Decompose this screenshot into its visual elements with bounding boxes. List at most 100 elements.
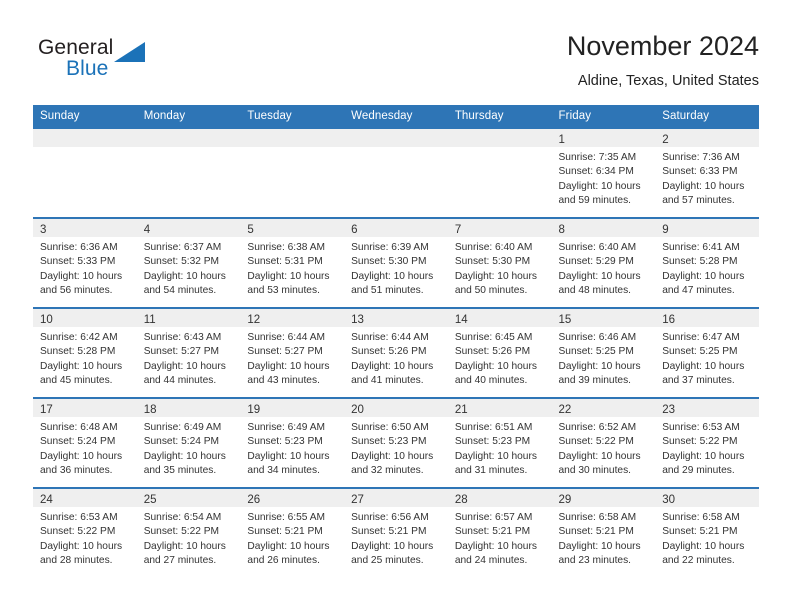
sunrise-text: Sunrise: 6:44 AM	[351, 332, 429, 343]
day-cell-inner: 5 Sunrise: 6:38 AM Sunset: 5:31 PM Daylight…	[240, 219, 345, 307]
sunset-text: Sunset: 6:34 PM	[558, 166, 634, 178]
calendar-day-cell[interactable]: 12 Sunrise: 6:44 AM Sunset: 5:27 PM Dayligh…	[240, 307, 345, 398]
day-number-band: 1	[551, 129, 656, 147]
calendar-day-cell[interactable]: 24 Sunrise: 6:53 AM Sunset: 5:22 PM Dayligh…	[33, 487, 137, 577]
calendar-day-cell[interactable]: 19 Sunrise: 6:49 AM Sunset: 5:23 PM Dayligh…	[240, 397, 345, 488]
day-cell-inner: 22 Sunrise: 6:52 AM Sunset: 5:22 PM Dayligh…	[551, 399, 656, 487]
daylight-text: Daylight: 10 hours and 57 minutes.	[662, 180, 745, 207]
daylight-text: Daylight: 10 hours and 26 minutes.	[247, 540, 330, 567]
calendar-day-cell[interactable]: 8 Sunrise: 6:40 AM Sunset: 5:29 PM Daylight…	[551, 217, 656, 308]
calendar-day-cell[interactable]: 21 Sunrise: 6:51 AM Sunset: 5:23 PM Dayligh…	[447, 397, 552, 488]
day-cell-inner	[344, 129, 448, 217]
daylight-text: Daylight: 10 hours and 47 minutes.	[662, 270, 745, 297]
daylight-text: Daylight: 10 hours and 40 minutes.	[454, 360, 537, 387]
day-details: Sunrise: 6:49 AM Sunset: 5:24 PM Daylight:…	[137, 417, 241, 479]
day-details: Sunrise: 6:42 AM Sunset: 5:28 PM Daylight:…	[33, 327, 137, 389]
day-cell-inner: 13 Sunrise: 6:44 AM Sunset: 5:26 PM Dayligh…	[344, 309, 448, 397]
sunset-text: Sunset: 5:24 PM	[143, 436, 220, 448]
day-cell-inner: 4 Sunrise: 6:37 AM Sunset: 5:32 PM Daylight…	[136, 219, 241, 307]
calendar-day-cell-empty	[344, 127, 448, 218]
calendar-day-cell[interactable]: 29 Sunrise: 6:58 AM Sunset: 5:21 PM Dayligh…	[551, 487, 656, 577]
day-number: 18	[143, 404, 157, 416]
daylight-text: Daylight: 10 hours and 30 minutes.	[558, 450, 641, 477]
sunrise-text: Sunrise: 6:49 AM	[143, 422, 222, 433]
calendar-day-cell[interactable]: 22 Sunrise: 6:52 AM Sunset: 5:22 PM Dayligh…	[551, 397, 656, 488]
weekday-header-sunday: Sunday	[33, 105, 137, 128]
sunset-text: Sunset: 5:23 PM	[247, 436, 323, 448]
day-cell-inner: 23 Sunrise: 6:53 AM Sunset: 5:22 PM Dayligh…	[655, 399, 759, 487]
calendar-day-cell[interactable]: 10 Sunrise: 6:42 AM Sunset: 5:28 PM Dayligh…	[33, 307, 137, 398]
sunrise-text: Sunrise: 6:53 AM	[40, 512, 118, 523]
day-number: 29	[558, 494, 572, 506]
calendar-day-cell[interactable]: 3 Sunrise: 6:36 AM Sunset: 5:33 PM Daylight…	[33, 217, 137, 308]
sunrise-text: Sunrise: 6:46 AM	[558, 332, 637, 343]
day-number: 15	[558, 314, 572, 326]
daylight-text: Daylight: 10 hours and 45 minutes.	[40, 360, 123, 387]
title-block: November 2024 Aldine, Texas, United Stat…	[567, 30, 759, 91]
general-blue-logo[interactable]: General Blue	[38, 36, 188, 92]
day-number-band: 20	[344, 399, 448, 417]
day-number-band: 2	[655, 129, 759, 147]
day-number: 25	[143, 494, 157, 506]
sunrise-text: Sunrise: 6:37 AM	[143, 242, 222, 253]
day-number: 2	[662, 134, 669, 146]
day-number-band: 28	[447, 489, 552, 507]
calendar-day-cell[interactable]: 25 Sunrise: 6:54 AM Sunset: 5:22 PM Dayligh…	[136, 487, 241, 577]
sunset-text: Sunset: 5:33 PM	[40, 256, 116, 268]
calendar-day-cell[interactable]: 16 Sunrise: 6:47 AM Sunset: 5:25 PM Dayligh…	[655, 307, 759, 398]
weekday-header-monday: Monday	[136, 105, 241, 128]
day-cell-inner: 30 Sunrise: 6:58 AM Sunset: 5:21 PM Dayligh…	[655, 489, 759, 577]
day-cell-inner: 17 Sunrise: 6:48 AM Sunset: 5:24 PM Dayligh…	[33, 399, 137, 487]
calendar-day-cell[interactable]: 28 Sunrise: 6:57 AM Sunset: 5:21 PM Dayligh…	[447, 487, 552, 577]
daylight-text: Daylight: 10 hours and 27 minutes.	[143, 540, 226, 567]
daylight-text: Daylight: 10 hours and 59 minutes.	[558, 180, 641, 207]
sunrise-text: Sunrise: 6:50 AM	[351, 422, 429, 433]
day-number: 27	[351, 494, 364, 506]
calendar-day-cell[interactable]: 26 Sunrise: 6:55 AM Sunset: 5:21 PM Dayligh…	[240, 487, 345, 577]
calendar-day-cell[interactable]: 18 Sunrise: 6:49 AM Sunset: 5:24 PM Dayligh…	[136, 397, 241, 488]
day-cell-inner: 18 Sunrise: 6:49 AM Sunset: 5:24 PM Dayligh…	[136, 399, 241, 487]
sunrise-text: Sunrise: 6:55 AM	[247, 512, 325, 523]
day-number-band: 4	[136, 219, 241, 237]
calendar-day-cell[interactable]: 13 Sunrise: 6:44 AM Sunset: 5:26 PM Dayligh…	[344, 307, 448, 398]
day-number-band	[344, 129, 448, 147]
day-number: 6	[351, 224, 358, 236]
sunset-text: Sunset: 5:25 PM	[558, 346, 634, 358]
calendar-day-cell[interactable]: 6 Sunrise: 6:39 AM Sunset: 5:30 PM Daylight…	[344, 217, 448, 308]
calendar-week-row: 1 Sunrise: 7:35 AM Sunset: 6:34 PM Daylight…	[33, 127, 759, 218]
calendar-day-cell[interactable]: 2 Sunrise: 7:36 AM Sunset: 6:33 PM Daylight…	[655, 127, 759, 218]
sunrise-text: Sunrise: 6:49 AM	[247, 422, 325, 433]
day-number-band	[136, 129, 241, 147]
sunrise-text: Sunrise: 6:38 AM	[247, 242, 325, 253]
daylight-text: Daylight: 10 hours and 36 minutes.	[40, 450, 123, 477]
day-details: Sunrise: 6:55 AM Sunset: 5:21 PM Daylight:…	[240, 507, 344, 569]
logo-triangle-icon	[114, 42, 145, 62]
calendar-week-row: 17 Sunrise: 6:48 AM Sunset: 5:24 PM Dayligh…	[33, 397, 759, 488]
day-cell-inner	[240, 129, 345, 217]
day-cell-inner: 21 Sunrise: 6:51 AM Sunset: 5:23 PM Dayligh…	[447, 399, 552, 487]
day-cell-inner: 3 Sunrise: 6:36 AM Sunset: 5:33 PM Daylight…	[33, 219, 137, 307]
calendar-day-cell[interactable]: 4 Sunrise: 6:37 AM Sunset: 5:32 PM Daylight…	[136, 217, 241, 308]
calendar-day-cell[interactable]: 11 Sunrise: 6:43 AM Sunset: 5:27 PM Dayligh…	[136, 307, 241, 398]
calendar-day-cell[interactable]: 17 Sunrise: 6:48 AM Sunset: 5:24 PM Dayligh…	[33, 397, 137, 488]
day-number: 7	[454, 224, 462, 236]
day-details: Sunrise: 6:37 AM Sunset: 5:32 PM Daylight:…	[137, 237, 241, 299]
calendar-day-cell[interactable]: 9 Sunrise: 6:41 AM Sunset: 5:28 PM Daylight…	[655, 217, 759, 308]
day-cell-inner: 6 Sunrise: 6:39 AM Sunset: 5:30 PM Daylight…	[344, 219, 448, 307]
day-number-band: 6	[344, 219, 448, 237]
day-cell-inner	[136, 129, 241, 217]
calendar-day-cell[interactable]: 27 Sunrise: 6:56 AM Sunset: 5:21 PM Dayligh…	[344, 487, 448, 577]
calendar-day-cell[interactable]: 23 Sunrise: 6:53 AM Sunset: 5:22 PM Dayligh…	[655, 397, 759, 488]
calendar-day-cell[interactable]: 14 Sunrise: 6:45 AM Sunset: 5:26 PM Dayligh…	[447, 307, 552, 398]
calendar-day-cell[interactable]: 7 Sunrise: 6:40 AM Sunset: 5:30 PM Daylight…	[447, 217, 552, 308]
daylight-text: Daylight: 10 hours and 34 minutes.	[247, 450, 330, 477]
day-number: 23	[662, 404, 676, 416]
calendar-day-cell[interactable]: 15 Sunrise: 6:46 AM Sunset: 5:25 PM Dayligh…	[551, 307, 656, 398]
calendar-day-cell[interactable]: 30 Sunrise: 6:58 AM Sunset: 5:21 PM Dayligh…	[655, 487, 759, 577]
calendar-day-cell[interactable]: 1 Sunrise: 7:35 AM Sunset: 6:34 PM Daylight…	[551, 127, 656, 218]
day-details: Sunrise: 6:38 AM Sunset: 5:31 PM Daylight:…	[240, 237, 344, 299]
calendar-day-cell[interactable]: 20 Sunrise: 6:50 AM Sunset: 5:23 PM Dayligh…	[344, 397, 448, 488]
sunset-text: Sunset: 5:22 PM	[558, 436, 634, 448]
day-cell-inner: 16 Sunrise: 6:47 AM Sunset: 5:25 PM Dayligh…	[655, 309, 759, 397]
calendar-day-cell[interactable]: 5 Sunrise: 6:38 AM Sunset: 5:31 PM Daylight…	[240, 217, 345, 308]
